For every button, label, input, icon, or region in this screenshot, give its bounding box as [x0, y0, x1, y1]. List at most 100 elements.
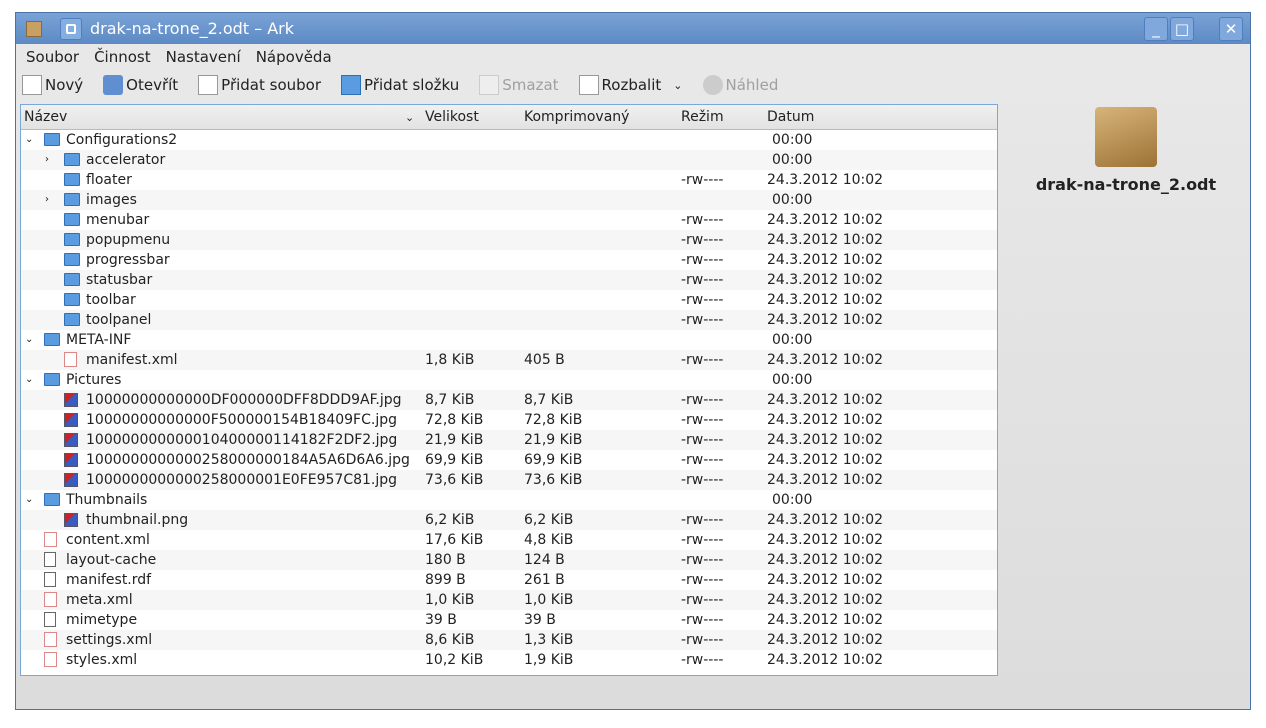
file-name: META-INF [66, 332, 132, 348]
otevřít-button[interactable]: Otevřít [103, 75, 178, 95]
folder-icon [44, 373, 60, 386]
button-label: Přidat soubor [221, 76, 322, 94]
table-row[interactable]: 1000000000000258000000184A5A6D6A6.jpg 69,… [21, 450, 997, 470]
menu-napoveda[interactable]: Nápověda [256, 48, 332, 66]
přidat-složku-button[interactable]: Přidat složku [341, 75, 459, 95]
file-compressed: 73,6 KiB [524, 472, 583, 488]
table-row[interactable]: ⌄ Configurations2 00:00 [21, 130, 997, 150]
menu-soubor[interactable]: Soubor [26, 48, 79, 66]
file-mode: -rw---- [681, 532, 724, 548]
gen-icon [44, 552, 56, 567]
file-name: menubar [86, 212, 150, 228]
table-row[interactable]: thumbnail.png 6,2 KiB 6,2 KiB -rw---- 24.3.2… [21, 510, 997, 530]
delete-icon [479, 75, 500, 95]
menu-cinnost[interactable]: Činnost [94, 48, 151, 66]
table-row[interactable]: popupmenu -rw---- 24.3.2012 10:02 [21, 230, 997, 250]
table-row[interactable]: progressbar -rw---- 24.3.2012 10:02 [21, 250, 997, 270]
table-row[interactable]: toolbar -rw---- 24.3.2012 10:02 [21, 290, 997, 310]
rozbalit-button[interactable]: Rozbalit ⌄ [578, 75, 683, 95]
column-header: Název ⌄ Velikost Komprimovaný Režim Datu… [21, 105, 997, 130]
add-file-icon [198, 75, 219, 95]
table-row[interactable]: ⌄ Pictures 00:00 [21, 370, 997, 390]
column-name[interactable]: Název [24, 109, 67, 125]
file-compressed: 6,2 KiB [524, 512, 574, 528]
smazat-button[interactable]: Smazat [479, 75, 559, 95]
folder-icon [64, 213, 80, 226]
button-label: Otevřít [126, 76, 179, 94]
table-row[interactable]: 100000000000010400000114182F2DF2.jpg 21,9… [21, 430, 997, 450]
table-row[interactable]: meta.xml 1,0 KiB 1,0 KiB -rw---- 24.3.2012 1… [21, 590, 997, 610]
table-row[interactable]: manifest.rdf 899 B 261 B -rw---- 24.3.2012 1… [21, 570, 997, 590]
file-size: 72,8 KiB [425, 412, 484, 428]
menu-nastaveni[interactable]: Nastavení [166, 48, 241, 66]
dropdown-chevron-icon[interactable]: ⌄ [673, 79, 682, 92]
file-name: mimetype [66, 612, 138, 628]
folder-icon [64, 253, 80, 266]
table-row[interactable]: manifest.xml 1,8 KiB 405 B -rw---- 24.3.2012… [21, 350, 997, 370]
expand-arrow-icon[interactable]: › [45, 190, 49, 210]
table-row[interactable]: settings.xml 8,6 KiB 1,3 KiB -rw---- 24.3.20… [21, 630, 997, 650]
náhled-button[interactable]: Náhled [702, 75, 779, 95]
file-name: thumbnail.png [86, 512, 189, 528]
collapse-arrow-icon[interactable]: ⌄ [25, 490, 33, 510]
file-name: toolpanel [86, 312, 152, 328]
collapse-arrow-icon[interactable]: ⌄ [25, 330, 33, 350]
table-row[interactable]: ⌄ META-INF 00:00 [21, 330, 997, 350]
collapse-arrow-icon[interactable]: ⌄ [25, 370, 33, 390]
file-mode: -rw---- [681, 552, 724, 568]
toolbar: Nový Otevřít Přidat soubor Přidat složku Sma… [16, 70, 1250, 100]
folder-icon [64, 193, 80, 206]
table-row[interactable]: 1000000000000258000001E0FE957C81.jpg 73,6… [21, 470, 997, 490]
nový-button[interactable]: Nový [22, 75, 83, 95]
xml-icon [44, 632, 57, 647]
button-label: Rozbalit [601, 76, 662, 94]
table-row[interactable]: layout-cache 180 B 124 B -rw---- 24.3.2012 1… [21, 550, 997, 570]
file-mode: -rw---- [681, 392, 724, 408]
table-row[interactable]: statusbar -rw---- 24.3.2012 10:02 [21, 270, 997, 290]
column-date[interactable]: Datum [767, 109, 814, 125]
column-mode[interactable]: Režim [681, 109, 724, 125]
folder-icon [64, 293, 80, 306]
button-label: Přidat složku [364, 76, 460, 94]
file-date: 24.3.2012 10:02 [767, 212, 884, 228]
minimize-button[interactable]: _ [1144, 17, 1168, 41]
file-compressed: 21,9 KiB [524, 432, 583, 448]
collapse-arrow-icon[interactable]: ⌄ [25, 130, 33, 150]
window-menu-button[interactable] [60, 17, 82, 40]
info-panel: drak-na-trone_2.odt [1016, 103, 1236, 194]
table-row[interactable]: 10000000000000F500000154B18409FC.jpg 72,8… [21, 410, 997, 430]
sort-chevron-icon[interactable]: ⌄ [405, 111, 414, 124]
table-row[interactable]: toolpanel -rw---- 24.3.2012 10:02 [21, 310, 997, 330]
file-compressed: 405 B [524, 352, 565, 368]
file-compressed: 69,9 KiB [524, 452, 583, 468]
new-icon [22, 75, 42, 95]
table-row[interactable]: mimetype 39 B 39 B -rw---- 24.3.2012 10:02 [21, 610, 997, 630]
maximize-button[interactable]: □ [1170, 17, 1194, 41]
file-compressed: 1,9 KiB [524, 652, 574, 668]
table-row[interactable]: › accelerator 00:00 [21, 150, 997, 170]
file-size: 10,2 KiB [425, 652, 484, 668]
column-size[interactable]: Velikost [425, 109, 479, 125]
file-compressed: 1,3 KiB [524, 632, 574, 648]
ark-app-icon[interactable] [26, 20, 42, 37]
table-row[interactable]: 10000000000000DF000000DFF8DDD9AF.jpg 8,7 … [21, 390, 997, 410]
table-row[interactable]: content.xml 17,6 KiB 4,8 KiB -rw---- 24.3.20… [21, 530, 997, 550]
button-label: Náhled [725, 76, 779, 94]
archive-package-icon [1095, 107, 1157, 167]
file-name: layout-cache [66, 552, 157, 568]
expand-arrow-icon[interactable]: › [45, 150, 49, 170]
img-icon [64, 473, 78, 487]
column-compressed[interactable]: Komprimovaný [524, 109, 629, 125]
table-row[interactable]: › images 00:00 [21, 190, 997, 210]
archive-tree-view[interactable]: Název ⌄ Velikost Komprimovaný Režim Datu… [20, 104, 998, 676]
close-button[interactable]: ✕ [1219, 17, 1243, 41]
title-bar[interactable]: drak-na-trone_2.odt – Ark _ □ ✕ [16, 13, 1250, 44]
table-row[interactable]: ⌄ Thumbnails 00:00 [21, 490, 997, 510]
file-mode: -rw---- [681, 412, 724, 428]
table-row[interactable]: floater -rw---- 24.3.2012 10:02 [21, 170, 997, 190]
file-name: 10000000000000DF000000DFF8DDD9AF.jpg [86, 392, 402, 408]
table-row[interactable]: menubar -rw---- 24.3.2012 10:02 [21, 210, 997, 230]
přidat-soubor-button[interactable]: Přidat soubor [198, 75, 321, 95]
img-icon [64, 513, 78, 527]
table-row[interactable]: styles.xml 10,2 KiB 1,9 KiB -rw---- 24.3.201… [21, 650, 997, 670]
